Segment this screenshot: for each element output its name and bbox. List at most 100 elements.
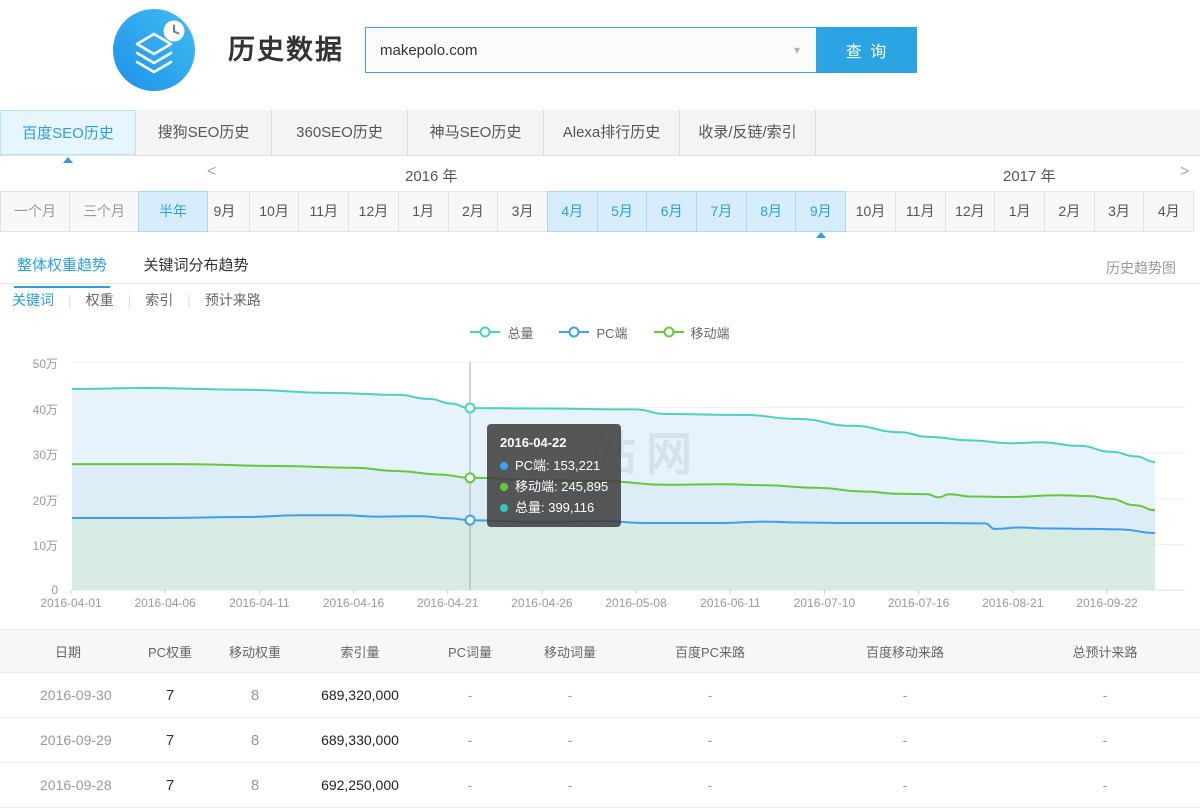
table-cell: 8 xyxy=(210,718,300,763)
table-body: 2016-09-3078689,320,000-----2016-09-2978… xyxy=(0,673,1200,808)
tab-收录/反链/索引[interactable]: 收录/反链/索引 xyxy=(680,110,816,155)
table-cell: 2016-09-30 xyxy=(0,673,130,718)
year-label-2016: 2016 年 xyxy=(405,165,458,186)
next-year-arrow[interactable]: > xyxy=(1180,163,1189,181)
table-cell: - xyxy=(1010,718,1200,763)
legend-item-PC端[interactable]: PC端 xyxy=(559,323,627,342)
range-buttons: 一个月三个月半年 xyxy=(0,191,208,232)
x-axis-tick: 2016-09-22 xyxy=(1061,596,1153,610)
col-header-索引量: 索引量 xyxy=(300,630,420,673)
legend-circle-icon xyxy=(569,327,580,338)
tab-搜狗SEO历史[interactable]: 搜狗SEO历史 xyxy=(136,110,272,155)
table-cell: - xyxy=(520,763,620,808)
month-cell-6[interactable]: 3月 xyxy=(497,191,548,232)
section-tabs: 整体权重趋势 关键词分布趋势 历史趋势图 xyxy=(0,248,1200,284)
table-row: 2016-09-2978689,330,000----- xyxy=(0,718,1200,763)
year-row: < 2016 年 2017 年 > xyxy=(0,156,1200,191)
header: 历史数据 ▾ 查 询 xyxy=(0,0,1200,110)
tab-keyword-distribution-trend[interactable]: 关键词分布趋势 xyxy=(140,248,251,286)
x-axis-tick: 2016-05-08 xyxy=(590,596,682,610)
table-cell: - xyxy=(620,763,800,808)
filter-预计来路[interactable]: 预计来路 xyxy=(205,292,261,308)
x-axis-tick: 2016-04-26 xyxy=(496,596,588,610)
filter-关键词[interactable]: 关键词 xyxy=(12,292,54,308)
table-cell: 8 xyxy=(210,673,300,718)
table-cell: - xyxy=(520,673,620,718)
legend-label: 移动端 xyxy=(691,323,730,342)
y-axis-tick: 10万 xyxy=(18,537,58,554)
col-header-日期: 日期 xyxy=(0,630,130,673)
tab-百度SEO历史[interactable]: 百度SEO历史 xyxy=(0,110,136,155)
x-axis-tick: 2016-06-11 xyxy=(684,596,776,610)
y-axis-tick: 20万 xyxy=(18,492,58,509)
legend-line-icon xyxy=(470,331,500,333)
range-一个月[interactable]: 一个月 xyxy=(0,191,70,232)
tooltip-value: 总量: 399,116 xyxy=(515,497,594,518)
month-cell-11[interactable]: 8月 xyxy=(746,191,797,232)
app-logo xyxy=(112,8,196,92)
month-cell-19[interactable]: 4月 xyxy=(1143,191,1194,232)
tooltip-value: 移动端: 245,895 xyxy=(515,476,608,497)
legend-item-总量[interactable]: 总量 xyxy=(470,323,533,342)
col-header-百度移动来路: 百度移动来路 xyxy=(800,630,1010,673)
query-button[interactable]: 查 询 xyxy=(817,27,917,73)
month-cell-2[interactable]: 11月 xyxy=(298,191,349,232)
month-cell-1[interactable]: 10月 xyxy=(249,191,300,232)
filter-row: 关键词|权重|索引|预计来路 xyxy=(0,284,1200,316)
tab-360SEO历史[interactable]: 360SEO历史 xyxy=(272,110,408,155)
month-cell-10[interactable]: 7月 xyxy=(696,191,747,232)
month-cell-16[interactable]: 1月 xyxy=(994,191,1045,232)
month-cell-12[interactable]: 9月 xyxy=(795,191,846,232)
range-半年[interactable]: 半年 xyxy=(138,191,208,232)
table-cell: - xyxy=(800,718,1010,763)
range-三个月[interactable]: 三个月 xyxy=(69,191,139,232)
month-cell-13[interactable]: 10月 xyxy=(845,191,896,232)
tooltip-row: PC端: 153,221 xyxy=(500,455,608,476)
month-cell-15[interactable]: 12月 xyxy=(945,191,996,232)
table-row: 2016-09-2878692,250,000----- xyxy=(0,763,1200,808)
y-axis-tick: 0 xyxy=(18,583,58,597)
legend-line-icon xyxy=(654,331,684,333)
month-cell-9[interactable]: 6月 xyxy=(646,191,697,232)
y-axis-tick: 50万 xyxy=(18,355,58,372)
x-axis-tick: 2016-04-06 xyxy=(119,596,211,610)
month-cell-17[interactable]: 2月 xyxy=(1044,191,1095,232)
legend-item-移动端[interactable]: 移动端 xyxy=(654,323,730,342)
table-cell: 7 xyxy=(130,763,210,808)
month-cell-4[interactable]: 1月 xyxy=(398,191,449,232)
year-label-2017: 2017 年 xyxy=(1003,165,1056,186)
filter-separator: | xyxy=(68,292,72,308)
history-trend-link[interactable]: 历史趋势图 xyxy=(1106,258,1176,278)
x-axis-tick: 2016-04-01 xyxy=(25,596,117,610)
table-header-row: 日期PC权重移动权重索引量PC词量移动词量百度PC来路百度移动来路总预计来路 xyxy=(0,630,1200,673)
search-input[interactable] xyxy=(366,41,778,60)
filter-权重[interactable]: 权重 xyxy=(86,292,114,308)
x-axis-tick: 2016-07-16 xyxy=(873,596,965,610)
prev-year-arrow[interactable]: < xyxy=(207,163,216,181)
month-cell-7[interactable]: 4月 xyxy=(547,191,598,232)
table-cell: - xyxy=(520,718,620,763)
tab-overall-weight-trend[interactable]: 整体权重趋势 xyxy=(14,248,110,288)
table-cell: 2016-09-29 xyxy=(0,718,130,763)
dropdown-caret-icon[interactable]: ▾ xyxy=(778,43,816,57)
month-cell-5[interactable]: 2月 xyxy=(448,191,499,232)
col-header-总预计来路: 总预计来路 xyxy=(1010,630,1200,673)
tab-Alexa排行历史[interactable]: Alexa排行历史 xyxy=(544,110,680,155)
tab-神马SEO历史[interactable]: 神马SEO历史 xyxy=(408,110,544,155)
chart-legend: 总量 PC端 移动端 xyxy=(0,316,1200,348)
tooltip-row: 总量: 399,116 xyxy=(500,497,608,518)
col-header-PC词量: PC词量 xyxy=(420,630,520,673)
month-cell-14[interactable]: 11月 xyxy=(895,191,946,232)
table-cell: 689,330,000 xyxy=(300,718,420,763)
month-cell-18[interactable]: 3月 xyxy=(1094,191,1145,232)
anchor-month-caret-icon xyxy=(816,232,826,238)
legend-circle-icon xyxy=(663,327,674,338)
trend-chart[interactable]: 站网 2016-04-22 PC端: 153,221移动端: 245,895总量… xyxy=(0,348,1200,616)
chart-tooltip: 2016-04-22 PC端: 153,221移动端: 245,895总量: 3… xyxy=(487,424,621,527)
month-cell-3[interactable]: 12月 xyxy=(348,191,399,232)
y-axis-tick: 40万 xyxy=(18,401,58,418)
table-cell: - xyxy=(620,718,800,763)
filter-索引[interactable]: 索引 xyxy=(145,292,173,308)
month-cell-8[interactable]: 5月 xyxy=(597,191,648,232)
col-header-移动词量: 移动词量 xyxy=(520,630,620,673)
